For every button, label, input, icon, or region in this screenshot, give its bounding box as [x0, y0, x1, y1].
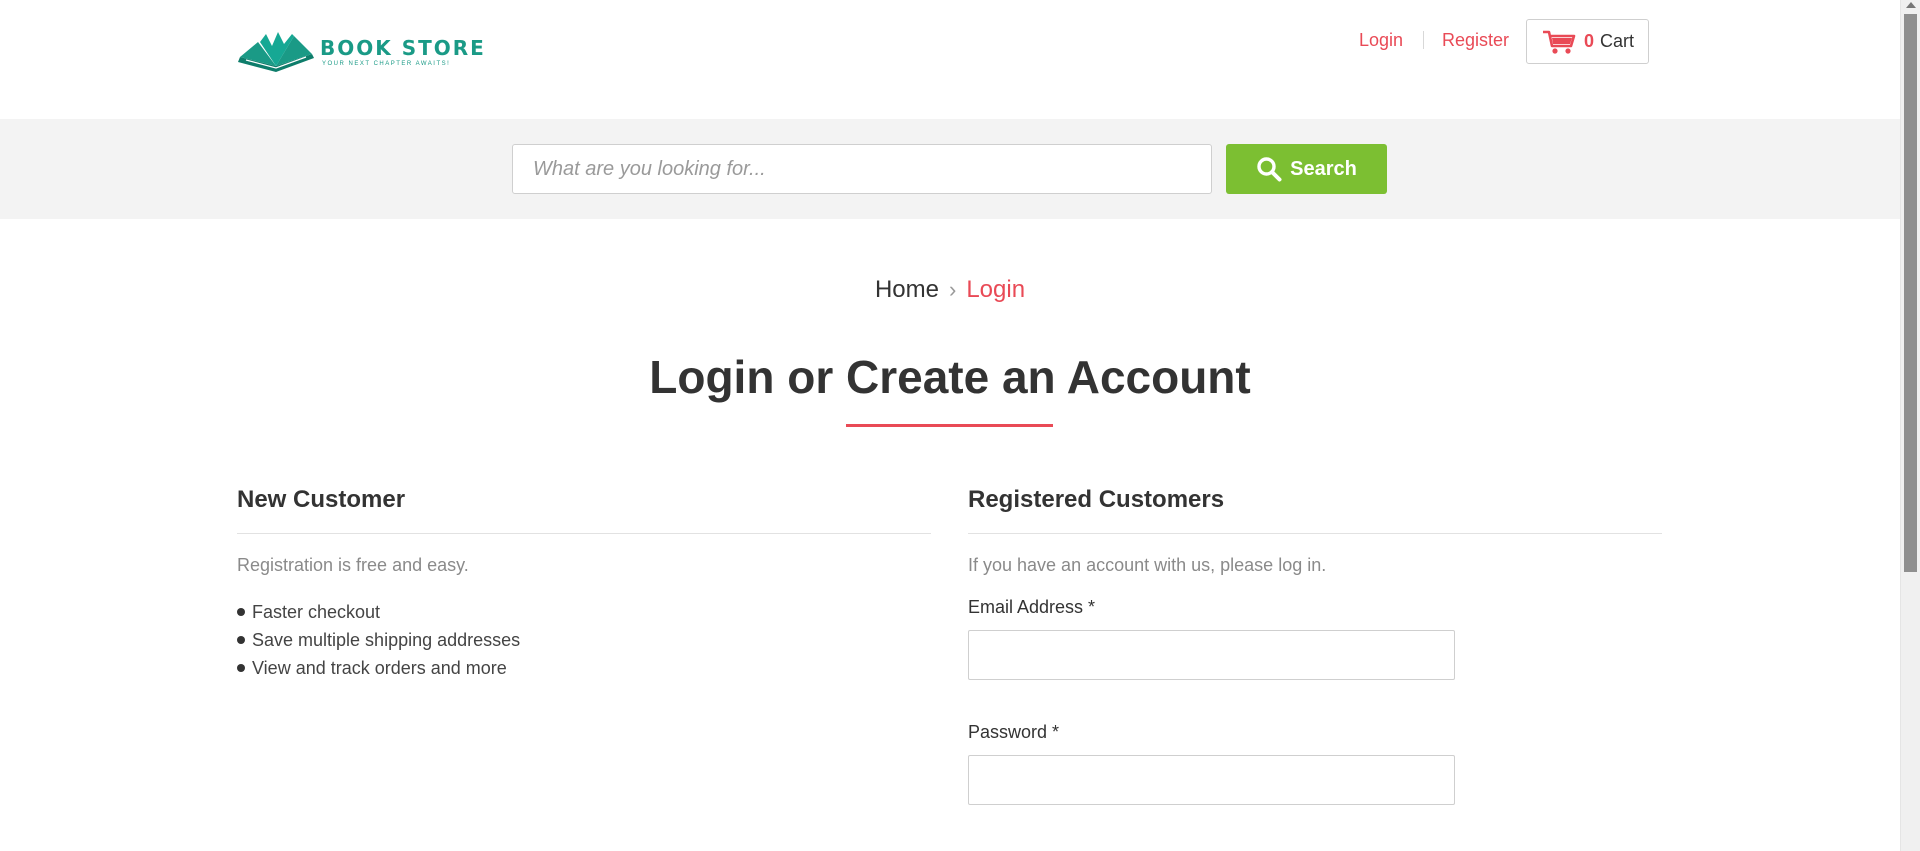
cart-count: 0 [1584, 31, 1595, 51]
shopping-cart-icon [1543, 30, 1576, 54]
store-logo[interactable]: BOOK STORE YOUR NEXT CHAPTER AWAITS! [236, 28, 484, 76]
search-button-label: Search [1290, 157, 1357, 180]
bullet-icon [237, 664, 245, 672]
breadcrumb: Home › Login [0, 276, 1900, 304]
email-label: Email Address * [968, 597, 1096, 617]
registered-customers-divider [968, 533, 1662, 534]
title-underline [846, 424, 1053, 427]
page-title: Login or Create an Account [649, 351, 1251, 403]
page-scrollbar[interactable] [1900, 0, 1920, 851]
bullet-icon [237, 608, 245, 616]
scrollbar-thumb[interactable] [1904, 14, 1917, 572]
benefit-text: Save multiple shipping addresses [252, 629, 521, 650]
new-customer-title: New Customer [237, 486, 406, 513]
scroll-up-arrow-icon[interactable] [1906, 2, 1916, 8]
cart-label: Cart [1600, 31, 1635, 51]
breadcrumb-separator: › [948, 277, 957, 302]
password-field[interactable] [968, 755, 1455, 805]
book-logo-icon [238, 32, 314, 72]
logo-title: BOOK STORE [320, 36, 486, 60]
registered-customers-intro: If you have an account with us, please l… [968, 555, 1327, 575]
breadcrumb-current: Login [966, 276, 1026, 303]
list-item: Faster checkout [237, 598, 520, 626]
benefit-text: Faster checkout [252, 601, 381, 622]
breadcrumb-home[interactable]: Home [875, 276, 939, 303]
email-field[interactable] [968, 630, 1455, 680]
search-button[interactable]: Search [1226, 144, 1387, 194]
new-customer-intro: Registration is free and easy. [237, 555, 469, 575]
search-icon [1257, 157, 1282, 182]
logo-tagline: YOUR NEXT CHAPTER AWAITS! [322, 61, 451, 67]
benefit-text: View and track orders and more [252, 657, 507, 678]
new-customer-divider [237, 533, 931, 534]
link-divider [1423, 31, 1424, 49]
bullet-icon [237, 636, 245, 644]
register-link[interactable]: Register [1442, 30, 1509, 51]
password-label: Password * [968, 722, 1060, 742]
cart-button[interactable]: 0 Cart [1526, 19, 1649, 64]
list-item: View and track orders and more [237, 654, 520, 682]
login-link[interactable]: Login [1359, 30, 1403, 51]
registered-customers-title: Registered Customers [968, 486, 1225, 513]
list-item: Save multiple shipping addresses [237, 626, 520, 654]
benefits-list: Faster checkout Save multiple shipping a… [237, 598, 520, 682]
search-input[interactable] [512, 144, 1212, 194]
page: BOOK STORE YOUR NEXT CHAPTER AWAITS! Log… [0, 0, 1900, 851]
